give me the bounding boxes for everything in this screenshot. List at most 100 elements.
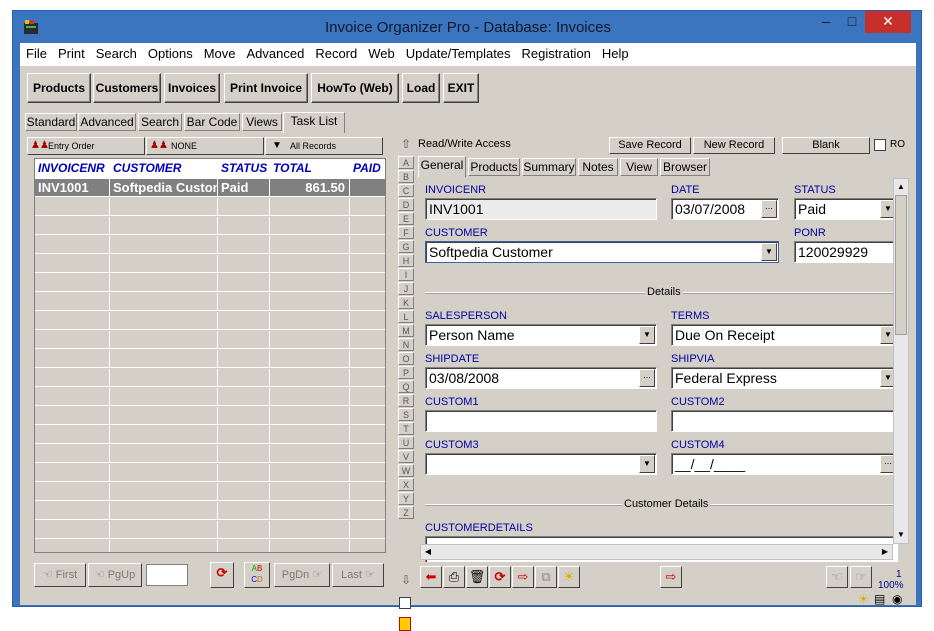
alphabet-letter-o[interactable]: O xyxy=(398,352,414,365)
chevron-down-icon[interactable]: ▼ xyxy=(639,455,655,473)
date-picker-button[interactable]: ⋯ xyxy=(761,200,777,218)
invoices-button[interactable]: Invoices xyxy=(164,73,220,103)
date-field[interactable]: 03/07/2008 ⋯ xyxy=(671,198,779,220)
export-icon[interactable]: ⇨ xyxy=(512,566,534,588)
menu-web[interactable]: Web xyxy=(362,43,400,61)
alphabet-letter-y[interactable]: Y xyxy=(398,492,414,505)
all-records-button[interactable]: ▼ All Records xyxy=(265,137,383,155)
copy-icon[interactable]: ⧉ xyxy=(535,566,557,588)
prev-record-icon[interactable]: ☜ xyxy=(826,566,848,588)
alphabet-letter-b[interactable]: B xyxy=(398,170,414,183)
tab-notes[interactable]: Notes xyxy=(578,158,618,176)
refresh-icon[interactable]: ⟳ xyxy=(210,562,234,588)
alphabet-letter-l[interactable]: L xyxy=(398,310,414,323)
menu-print[interactable]: Print xyxy=(52,43,90,61)
scroll-thumb[interactable] xyxy=(895,195,907,335)
tab-views[interactable]: Views xyxy=(242,113,282,131)
invoice-grid[interactable]: INVOICENR CUSTOMER STATUS TOTAL PAID INV… xyxy=(34,158,386,553)
menu-help[interactable]: Help xyxy=(596,43,634,61)
lock-icon[interactable]: ◉ xyxy=(892,592,902,606)
tab-bar-code[interactable]: Bar Code xyxy=(184,113,240,131)
menu-move[interactable]: Move xyxy=(198,43,241,61)
tab-advanced[interactable]: Advanced xyxy=(78,113,136,131)
scroll-left-icon[interactable]: ◀ xyxy=(421,545,435,559)
tab-summary[interactable]: Summary xyxy=(522,158,576,176)
shipvia-select[interactable]: Federal Express ▼ xyxy=(671,367,898,389)
lightbulb-icon[interactable]: ☀ xyxy=(558,566,580,588)
alphabet-letter-s[interactable]: S xyxy=(398,408,414,421)
custom4-field[interactable]: __/__/____ ⋯ xyxy=(671,453,898,475)
alphabet-letter-k[interactable]: K xyxy=(398,296,414,309)
alphabet-letter-r[interactable]: R xyxy=(398,394,414,407)
table-row[interactable]: INV1001 Softpedia Custon Paid 861.50 xyxy=(35,179,385,197)
alphabet-letter-c[interactable]: C xyxy=(398,184,414,197)
menu-file[interactable]: File xyxy=(20,43,52,61)
terms-select[interactable]: Due On Receipt ▼ xyxy=(671,324,898,346)
maximize-button[interactable]: □ xyxy=(839,11,865,33)
alphabet-letter-j[interactable]: J xyxy=(398,282,414,295)
menu-registration[interactable]: Registration xyxy=(516,43,596,61)
products-button[interactable]: Products xyxy=(27,73,91,103)
tab-browser[interactable]: Browser xyxy=(660,158,710,176)
tab-standard[interactable]: Standard xyxy=(25,113,77,131)
status-select[interactable]: Paid ▼ xyxy=(794,198,898,220)
alphabet-letter-g[interactable]: G xyxy=(398,240,414,253)
scroll-up-arrow-icon[interactable]: ⇧ xyxy=(399,137,413,153)
tab-view[interactable]: View xyxy=(620,158,658,176)
new-record-button[interactable]: New Record xyxy=(693,137,775,154)
alphabet-letter-e[interactable]: E xyxy=(398,212,414,225)
scroll-right-icon[interactable]: ▶ xyxy=(878,545,892,559)
blank-button[interactable]: Blank xyxy=(782,137,870,154)
pgdn-button[interactable]: PgDn ☞ xyxy=(274,563,330,587)
back-arrow-icon[interactable]: ⬅ xyxy=(420,566,442,588)
col-total[interactable]: TOTAL xyxy=(270,159,350,179)
abc-icon[interactable]: AB CD xyxy=(244,562,270,588)
form-vertical-scrollbar[interactable]: ▲ ▼ xyxy=(893,178,909,544)
howto-web-button[interactable]: HowTo (Web) xyxy=(311,73,399,103)
alphabet-letter-p[interactable]: P xyxy=(398,366,414,379)
save-record-button[interactable]: Save Record xyxy=(609,137,691,154)
alphabet-letter-x[interactable]: X xyxy=(398,478,414,491)
minimize-button[interactable]: – xyxy=(813,11,839,33)
refresh-icon[interactable]: ⟳ xyxy=(489,566,511,588)
filter-button[interactable]: ♟♟ NONE xyxy=(146,137,264,155)
ponr-field[interactable]: 120029929 xyxy=(794,241,898,263)
tab-task-list[interactable]: Task List xyxy=(283,112,345,133)
custom3-select[interactable]: ▼ xyxy=(425,453,657,475)
alphabet-letter-q[interactable]: Q xyxy=(398,380,414,393)
invoicenr-field[interactable]: INV1001 xyxy=(425,198,657,220)
customer-select[interactable]: Softpedia Customer ▼ xyxy=(425,241,779,263)
load-button[interactable]: Load xyxy=(402,73,440,103)
alphabet-letter-h[interactable]: H xyxy=(398,254,414,267)
close-button[interactable]: ✕ xyxy=(865,11,911,33)
menu-advanced[interactable]: Advanced xyxy=(241,43,310,61)
alphabet-letter-f[interactable]: F xyxy=(398,226,414,239)
alphabet-letter-n[interactable]: N xyxy=(398,338,414,351)
form-horizontal-scrollbar[interactable]: ◀ ▶ xyxy=(420,544,893,560)
alphabet-letter-z[interactable]: Z xyxy=(398,506,414,519)
chevron-down-icon[interactable]: ▼ xyxy=(761,243,777,261)
import-icon[interactable]: ⇨ xyxy=(660,566,682,588)
col-status[interactable]: STATUS xyxy=(218,159,270,179)
alphabet-letter-i[interactable]: I xyxy=(398,268,414,281)
menu-update-templates[interactable]: Update/Templates xyxy=(400,43,516,61)
alphabet-letter-v[interactable]: V xyxy=(398,450,414,463)
print-invoice-button[interactable]: Print Invoice xyxy=(224,73,308,103)
trash-icon[interactable]: 🗑 xyxy=(466,566,488,588)
tab-products[interactable]: Products xyxy=(468,158,520,176)
menu-record[interactable]: Record xyxy=(309,43,362,61)
ro-checkbox[interactable] xyxy=(874,139,886,151)
alphabet-letter-m[interactable]: M xyxy=(398,324,414,337)
alphabet-letter-u[interactable]: U xyxy=(398,436,414,449)
scroll-down-arrow-icon[interactable]: ⇩ xyxy=(399,573,413,589)
date-picker-button[interactable]: ⋯ xyxy=(639,369,655,387)
alphabet-letter-a[interactable]: A xyxy=(398,156,414,169)
custom2-field[interactable] xyxy=(671,410,898,432)
custom1-field[interactable] xyxy=(425,410,657,432)
first-button[interactable]: ☜ First xyxy=(34,563,86,587)
pages-icon[interactable]: ▤ xyxy=(874,592,885,606)
tab-search[interactable]: Search xyxy=(138,113,182,131)
alphabet-letter-t[interactable]: T xyxy=(398,422,414,435)
chevron-down-icon[interactable]: ▼ xyxy=(639,326,655,344)
col-customer[interactable]: CUSTOMER xyxy=(110,159,218,179)
